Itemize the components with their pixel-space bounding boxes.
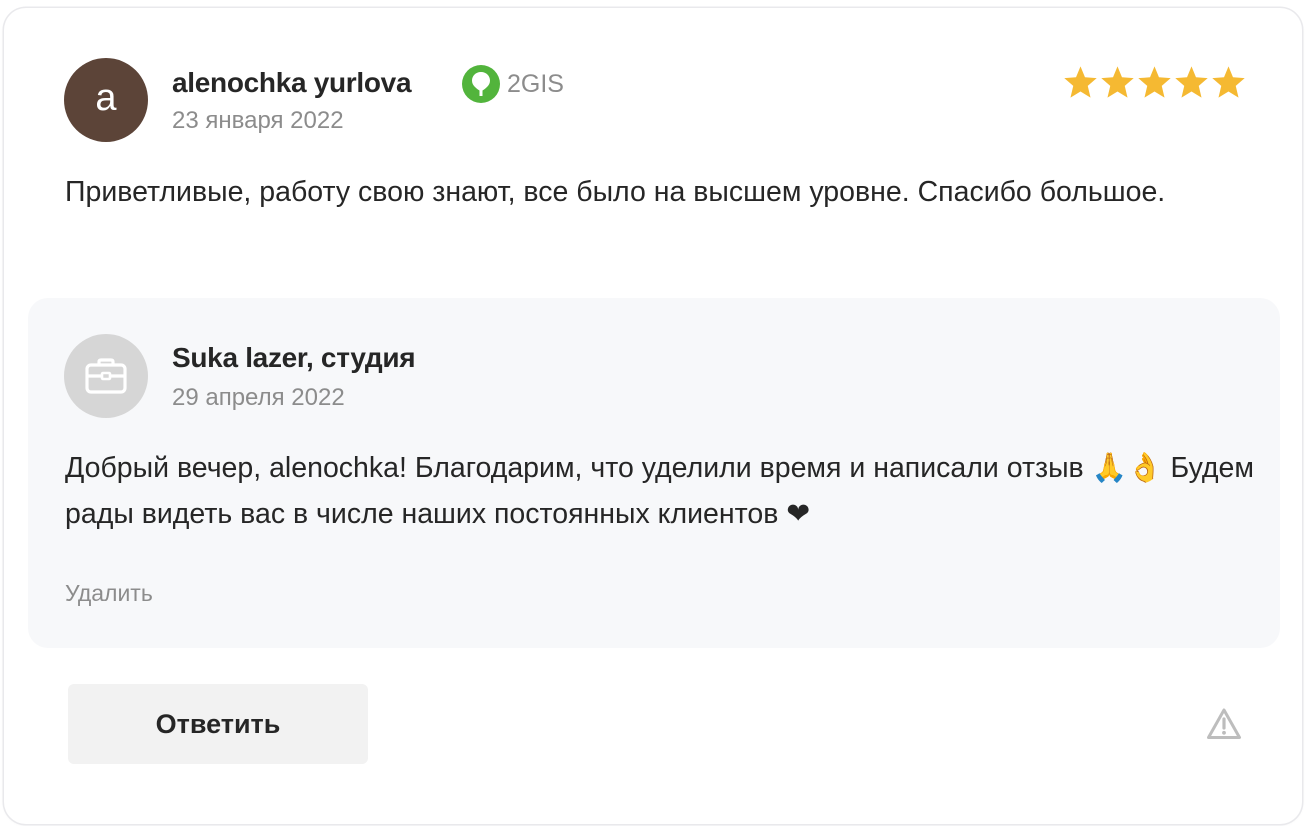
company-avatar xyxy=(64,334,148,418)
reply-text: Добрый вечер, alenochka! Благодарим, что… xyxy=(65,452,1254,530)
rating-stars xyxy=(1062,64,1247,101)
delete-reply-link[interactable]: Удалить xyxy=(65,580,153,607)
review-date: 23 января 2022 xyxy=(172,107,344,134)
review-source: 2GIS xyxy=(462,65,564,103)
reply-button[interactable]: Ответить xyxy=(68,684,368,764)
source-label: 2GIS xyxy=(507,69,564,98)
review-author: alenochka yurlova xyxy=(172,67,412,98)
reply-author: Suka lazer, студия xyxy=(172,342,416,373)
review-card: a alenochka yurlova 2GIS 23 января 2022 … xyxy=(4,8,1302,824)
warning-icon[interactable] xyxy=(1206,707,1242,741)
avatar-letter: a xyxy=(95,76,117,119)
owner-reply: Suka lazer, студия 29 апреля 2022 Добрый… xyxy=(28,298,1280,648)
briefcase-icon xyxy=(85,358,127,394)
star-icon xyxy=(1212,66,1245,98)
star-icon xyxy=(1138,66,1171,98)
star-icon xyxy=(1175,66,1208,98)
2gis-icon xyxy=(462,65,500,103)
reply-date: 29 апреля 2022 xyxy=(172,384,345,411)
star-icon xyxy=(1064,66,1097,98)
star-icon xyxy=(1101,66,1134,98)
review-text: Приветливые, работу свою знают, все было… xyxy=(65,176,1166,208)
user-avatar: a xyxy=(64,58,148,142)
